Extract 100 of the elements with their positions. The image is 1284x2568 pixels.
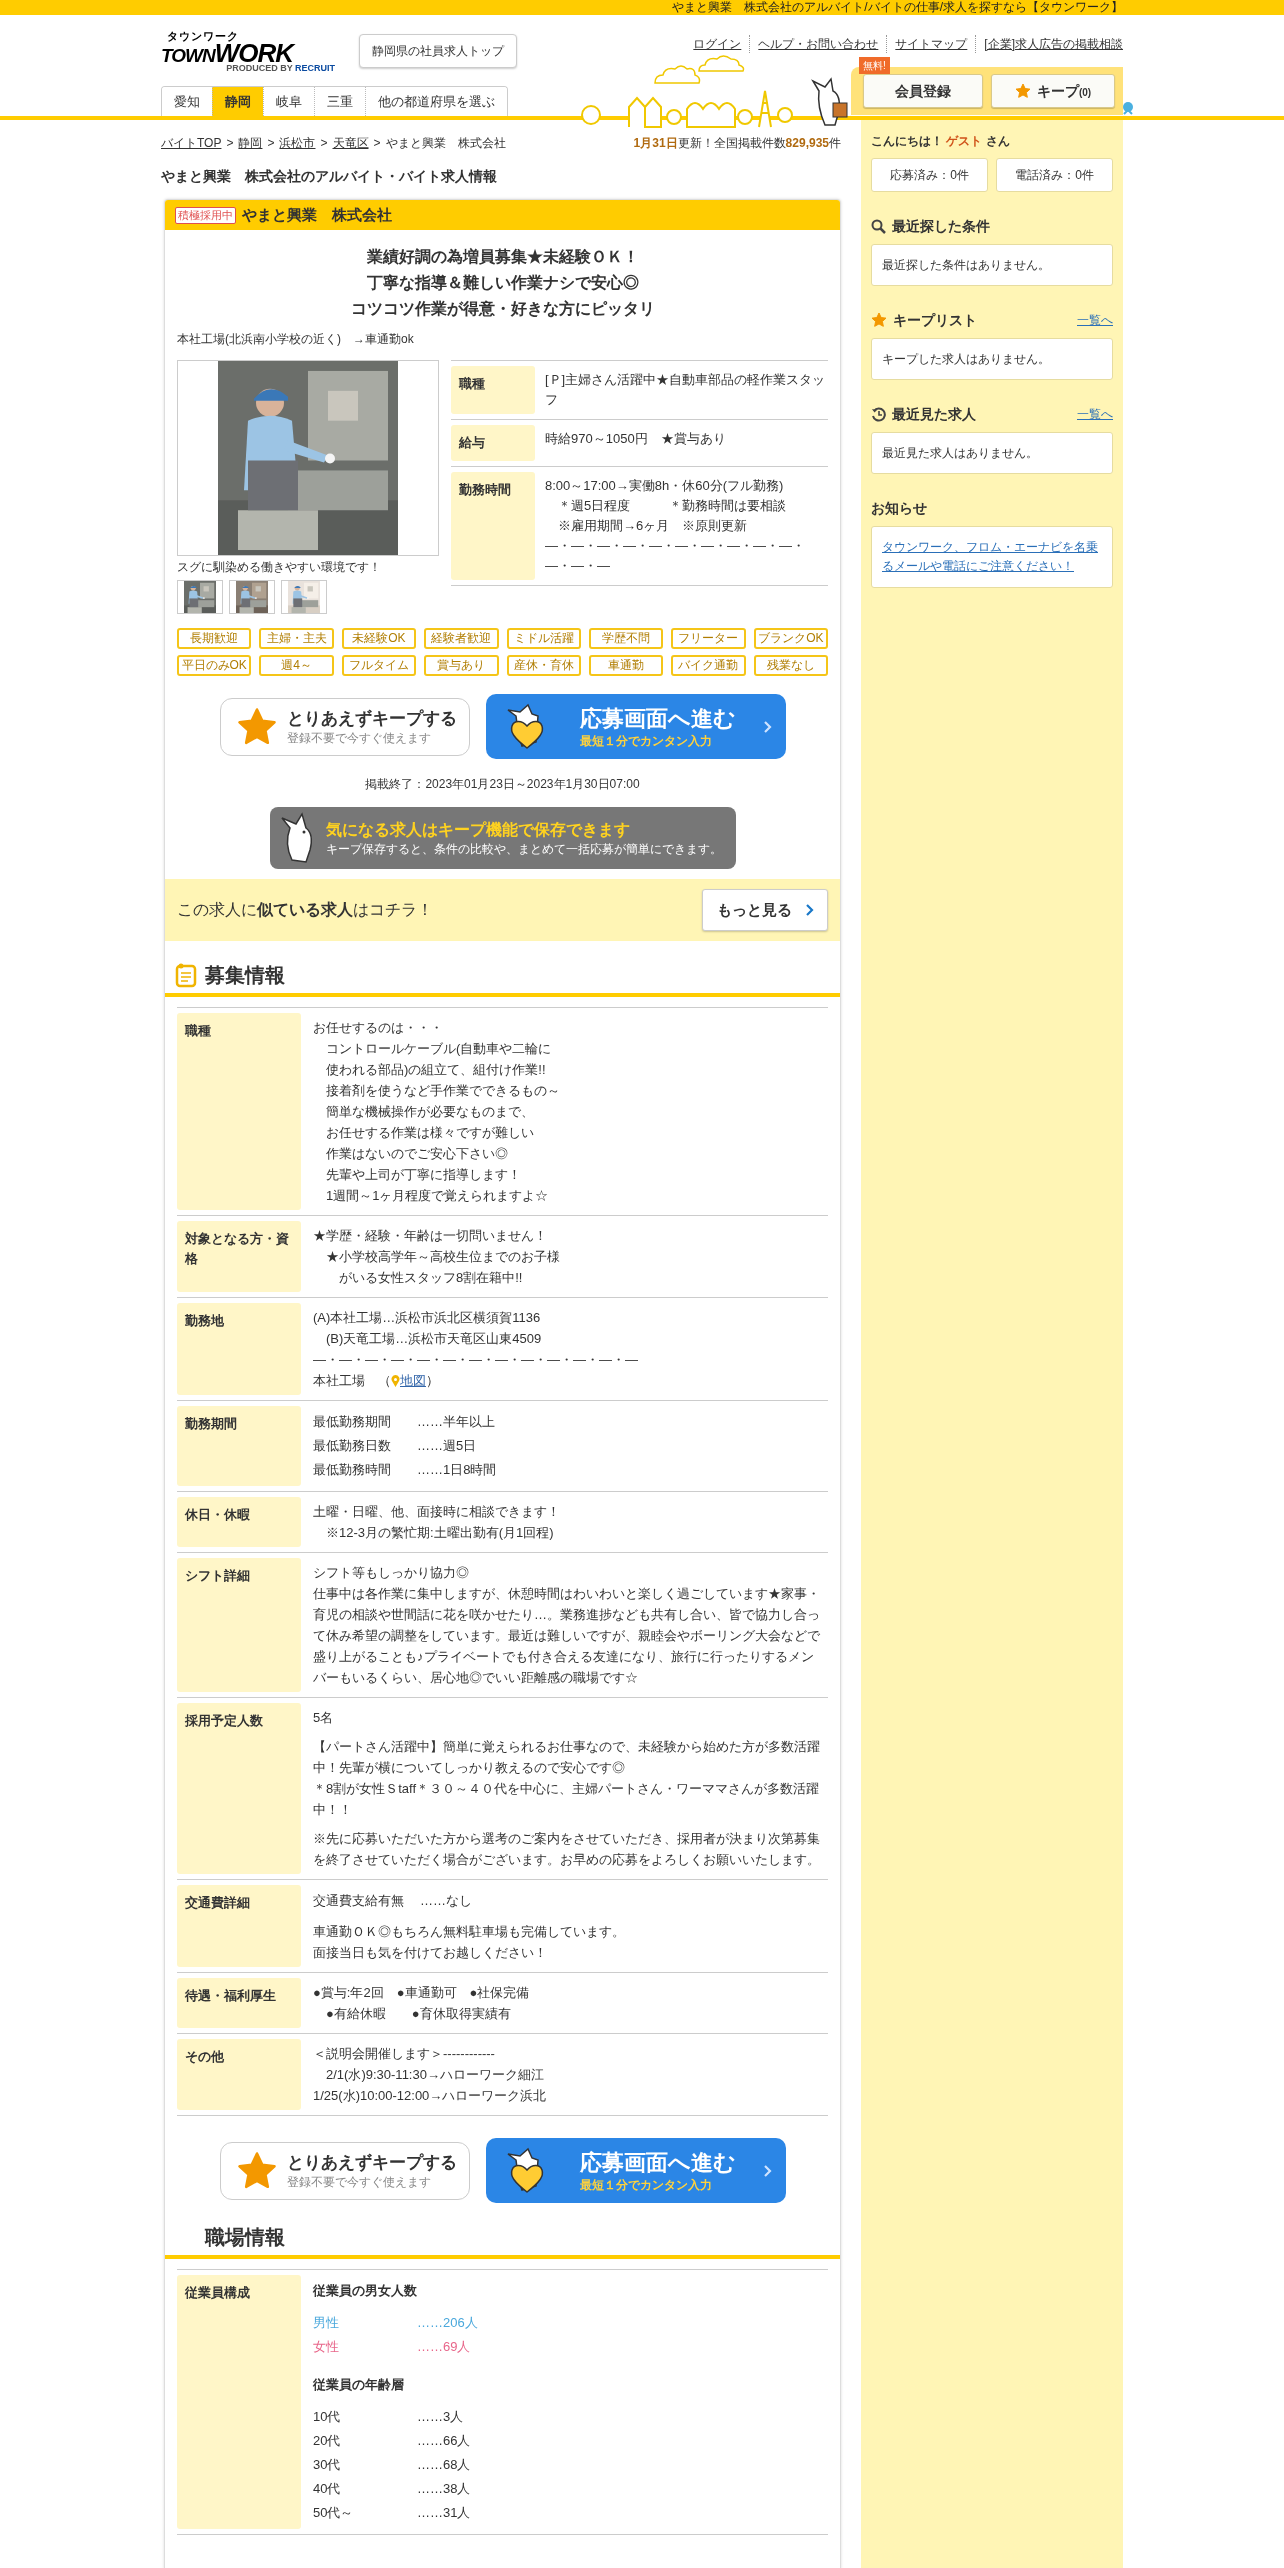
detail-text: 1/25(水)10:00-12:00→ハローワーク浜北 (313, 2087, 548, 2105)
detail-label: 最低勤務時間 (313, 1461, 392, 1479)
sidebar-heading: お知らせ (871, 498, 927, 518)
detail-value: ……69人 (417, 2338, 471, 2356)
chevron-icon (805, 904, 814, 916)
notice-link[interactable]: タウンワーク、フロム・エーナビを名乗るメールや電話にご注意ください！ (882, 538, 1102, 576)
top-page-button[interactable]: 静岡県の社員求人トップ (359, 34, 517, 68)
detail-text: ＜説明会開催します＞------------ (313, 2045, 496, 2063)
feature-tag: ブランクOK (753, 628, 828, 649)
free-badge: 無料! (859, 57, 890, 74)
thumbnail[interactable] (177, 580, 223, 614)
apply-button[interactable]: 応募画面へ進む 最短１分でカンタン入力 (485, 2138, 786, 2203)
keep-button[interactable]: とりあえずキープする 登録不要で今すぐ使えます (219, 697, 470, 756)
thumbnail[interactable] (281, 580, 327, 614)
feature-tag: 平日のみOK (177, 655, 252, 676)
detail-heading: 従業員の年齢層 (313, 2376, 405, 2394)
breadcrumb-link[interactable]: 天竜区 (332, 134, 369, 152)
promo-title: 気になる求人はキープ機能で保存できます (325, 820, 631, 841)
detail-text: ★小学校高学年～高校生位までのお子様 (325, 1248, 561, 1266)
row-label: シフト詳細 (177, 1558, 301, 1692)
detail-text: シフト等もしっかり協力◎ (313, 1564, 470, 1582)
prefecture-tab[interactable]: 他の都道府県を選ぶ (365, 87, 507, 116)
row-label: 勤務時間 (451, 472, 535, 580)
location-text: 本社工場(北浜南小学校の近く) →車通勤ok (177, 331, 415, 348)
map-link[interactable]: 地図 (400, 1370, 426, 1391)
detail-text: 先輩や上司が丁寧に指導します！ (325, 1166, 522, 1184)
star-icon (236, 2150, 277, 2191)
view-list-link[interactable]: 一覧へ (1077, 311, 1113, 329)
detail-value: ……31人 (417, 2504, 471, 2522)
view-list-link[interactable]: 一覧へ (1077, 405, 1113, 423)
photo-caption: スグに馴染める働きやすい環境です！ (177, 559, 382, 576)
catch-copy: 丁寧な指導＆難しい作業ナシで安心◎ (365, 273, 640, 294)
summary-text: ※雇用期間→6ヶ月 ※原則更新 (557, 517, 749, 535)
detail-value: ……なし (420, 1892, 472, 1910)
detail-value: ……38人 (417, 2480, 471, 2498)
sidebar-heading: キープリスト (893, 310, 977, 330)
detail-text: ●賞与:年2回 ●車通勤可 ●社保完備 (313, 1984, 531, 2002)
detail-heading: 従業員の男女人数 (313, 2282, 418, 2300)
row-label: 勤務地 (177, 1303, 301, 1395)
prefecture-tab[interactable]: 静岡 (212, 87, 263, 116)
apply-button[interactable]: 応募画面へ進む 最短１分でカンタン入力 (485, 694, 786, 759)
status-count: 電話済み：0件 (996, 158, 1113, 192)
breadcrumb-link[interactable]: 浜松市 (279, 134, 316, 152)
member-register-button[interactable]: 会員登録 (863, 74, 983, 108)
detail-text: 1週間～1ヶ月程度で覚えられますよ☆ (325, 1187, 550, 1205)
summary-text: —・—・—・—・—・—・—・—・—・—・—・—・— (545, 537, 806, 575)
feature-tag: 未経験OK (341, 628, 417, 649)
breadcrumb-separator: > (320, 135, 328, 152)
detail-text: 使われる部品)の組立て、組付け作業!! (325, 1061, 547, 1079)
detail-text: 面接当日も気を付けてお越しください！ (313, 1944, 548, 1962)
detail-text: ★学歴・経験・年齢は一切問いません！ (313, 1227, 548, 1245)
detail-label: 交通費支給有無 (313, 1892, 405, 1910)
detail-value: ……66人 (417, 2432, 471, 2450)
breadcrumb-link[interactable]: バイトTOP (161, 134, 222, 152)
detail-text: 5名 (313, 1709, 335, 1727)
header-link[interactable]: ログイン (685, 35, 750, 53)
chevron-icon (763, 2164, 772, 2177)
breadcrumb-link[interactable]: 静岡 (238, 134, 263, 152)
detail-label: 10代 (313, 2408, 342, 2426)
star-icon (871, 312, 887, 328)
top-banner-text: やまと興業 株式会社のアルバイト/バイトの仕事/求人を探すなら【タウンワーク】 (672, 0, 1123, 15)
logo[interactable]: タウンワーク TOWNWORK PRODUCED BY RECRUIT (161, 31, 339, 79)
feature-tag: 学歴不問 (588, 628, 664, 649)
summary-text: 時給970～1050円 ★賞与あり (545, 430, 727, 448)
more-button[interactable]: もっと見る (702, 889, 828, 931)
feature-tag: 主婦・主夫 (259, 628, 334, 649)
keep-list-button[interactable]: キープ(0) (991, 74, 1115, 108)
sidebar-heading: 最近見た求人 (892, 404, 976, 424)
detail-label: 20代 (313, 2432, 342, 2450)
detail-text: 簡単な機械操作が必要なものまで、 (325, 1103, 535, 1121)
keep-button[interactable]: とりあえずキープする 登録不要で今すぐ使えます (219, 2141, 470, 2200)
catch-copy: コツコツ作業が得意・好きな方にピッタリ (349, 299, 656, 320)
detail-text: 【パートさん活躍中】簡単に覚えられるお仕事なので、未経験から始めた方が多数活躍中！先輩が横についてしっかり教えるので安心です◎ (313, 1738, 821, 1777)
detail-text: (B)天竜工場…浜松市天竜区山東4509 (325, 1330, 543, 1348)
section-heading: 募集情報 (205, 963, 285, 988)
breadcrumb-separator: > (226, 135, 234, 152)
sidebar-heading: 最近探した条件 (892, 216, 990, 236)
header-link[interactable]: サイトマップ (886, 35, 976, 53)
feature-tag: 車通勤 (588, 655, 664, 676)
feature-tag: 週4～ (259, 655, 334, 676)
company-name: やまと興業 株式会社 (242, 204, 392, 225)
feature-tag: ミドル活躍 (506, 628, 581, 649)
detail-text: ●有給休暇 ●育休取得実績有 (325, 2005, 512, 2023)
detail-text: 車通勤ＯＫ◎もちろん無料駐車場も完備しています。 (313, 1923, 626, 1941)
detail-value: ……週5日 (417, 1437, 477, 1455)
row-label: 交通費詳細 (177, 1885, 301, 1967)
header-link[interactable]: [企業]求人広告の掲載相談 (975, 35, 1123, 53)
empty-message: 最近探した条件はありません。 (882, 257, 1051, 274)
header-link[interactable]: ヘルプ・お問い合わせ (749, 35, 887, 53)
detail-text: ※先に応募いただいた方から選考のご案内をさせていただき、採用者が決まり次第募集を終了させていただく場合がございます。お早めの応募をよろしくお願いいたします。 (313, 1830, 821, 1869)
feature-tag: バイク通勤 (671, 655, 746, 676)
chevron-icon (763, 720, 772, 733)
thumbnail[interactable] (229, 580, 275, 614)
detail-label: 最低勤務日数 (313, 1437, 392, 1455)
row-label: 職種 (177, 1013, 301, 1210)
posting-period: 掲載終了：2023年01月23日～2023年1月30日07:00 (364, 776, 641, 793)
detail-text: 本社工場 （ (313, 1372, 391, 1390)
empty-message: 最近見た求人はありません。 (882, 445, 1039, 462)
detail-label: 30代 (313, 2456, 342, 2474)
update-info: 1月31日更新！全国掲載件数829,935件 (633, 135, 841, 152)
